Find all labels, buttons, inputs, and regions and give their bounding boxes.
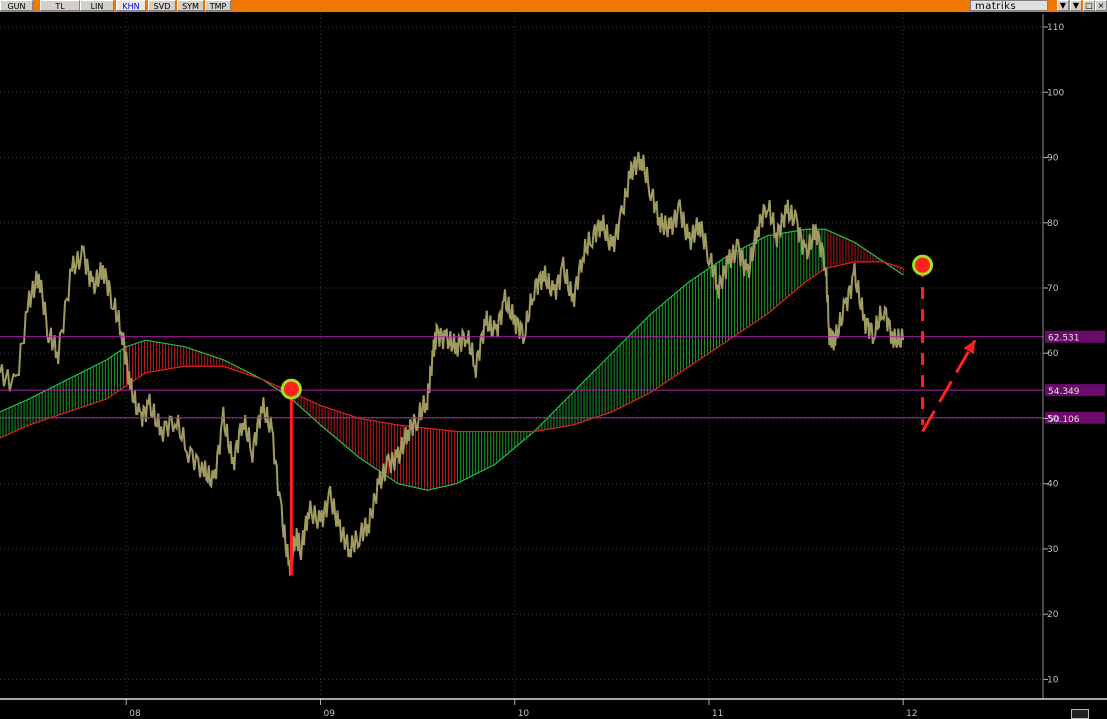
ytick-label-40: 40 <box>1047 480 1059 490</box>
mode-button-tmp[interactable]: TMP <box>205 0 231 11</box>
ytick-label-30: 30 <box>1047 545 1059 555</box>
ytick-label-100: 100 <box>1047 88 1064 98</box>
dropdown-icon[interactable]: ▼ <box>1057 0 1069 11</box>
marker-circle-1 <box>912 254 934 276</box>
scroll-corner[interactable] <box>1071 709 1089 719</box>
ytick-label-50: 50 <box>1047 414 1059 424</box>
scale-button-lin[interactable]: LIN <box>80 0 114 11</box>
ytick-label-70: 70 <box>1047 284 1059 294</box>
trend-band <box>0 229 904 491</box>
ytick-label-10: 10 <box>1047 675 1059 685</box>
mode-button-svd[interactable]: SVD <box>148 0 176 11</box>
scale-button-tl[interactable]: TL <box>40 0 80 11</box>
ytick-label-90: 90 <box>1047 154 1059 164</box>
ytick-label-60: 60 <box>1047 349 1059 359</box>
level-label-0: 62.531 <box>1048 334 1080 344</box>
ytick-label-110: 110 <box>1047 23 1064 33</box>
level-label-1: 54.349 <box>1048 387 1080 397</box>
ytick-label-20: 20 <box>1047 610 1059 620</box>
period-button-gun[interactable]: GUN <box>0 0 33 11</box>
mode-button-khn[interactable]: KHN <box>116 0 146 11</box>
close-icon[interactable]: × <box>1095 0 1107 11</box>
maximize-icon[interactable]: □ <box>1083 0 1095 11</box>
marker-circle-0 <box>280 378 302 400</box>
arrow-head-icon <box>963 340 976 355</box>
price-chart[interactable]: 62.53154.34950.106 102030405060708090100… <box>0 12 1107 719</box>
xtick-label-09: 09 <box>323 709 335 719</box>
dropdown-icon-2[interactable]: ▼ <box>1070 0 1082 11</box>
xtick-label-12: 12 <box>906 709 917 719</box>
xtick-label-08: 08 <box>129 709 141 719</box>
annotations <box>280 254 977 576</box>
ytick-label-80: 80 <box>1047 219 1059 229</box>
xtick-label-11: 11 <box>712 709 723 719</box>
xtick-label-10: 10 <box>518 709 530 719</box>
brand-logo: matriks <box>970 0 1048 12</box>
mode-button-sym[interactable]: SYM <box>177 0 204 11</box>
chart-toolbar: GUN TL LIN KHN SVD SYM TMP matriks ▼ ▼ □… <box>0 0 1107 12</box>
